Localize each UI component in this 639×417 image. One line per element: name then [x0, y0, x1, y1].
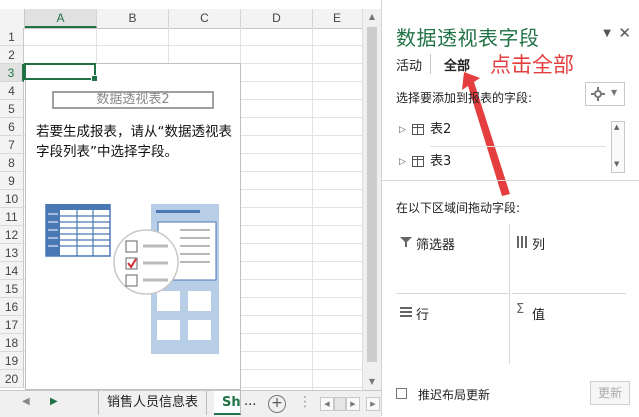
- scroll-up-icon[interactable]: ▲: [614, 123, 619, 131]
- tab-separator: [430, 54, 431, 74]
- row-header[interactable]: 18: [0, 334, 24, 352]
- pane-options-icon[interactable]: ▼: [603, 28, 611, 39]
- more-tabs-button[interactable]: ...: [244, 394, 256, 409]
- row-header[interactable]: 9: [0, 172, 24, 190]
- pivot-table-name: 数据透视表2: [52, 91, 214, 109]
- columns-zone-label: 列: [532, 238, 546, 253]
- column-header-a[interactable]: A: [25, 9, 97, 28]
- expand-caret-icon[interactable]: ▷: [399, 120, 406, 140]
- values-zone-label: 值: [532, 308, 546, 323]
- row-header[interactable]: 4: [0, 82, 24, 100]
- layout-options-button[interactable]: ▼: [585, 82, 625, 106]
- row-header[interactable]: 16: [0, 298, 24, 316]
- hscroll-left-icon[interactable]: ◀: [320, 397, 334, 411]
- sheet-tab-bar: ◀ ▶ 销售人员信息表 Sh ... + ⋮ ◀ ▶ ▶: [0, 390, 381, 417]
- add-sheet-button[interactable]: +: [268, 395, 286, 413]
- row-header[interactable]: 11: [0, 208, 24, 226]
- field-table-2[interactable]: ▷ 表2: [396, 120, 606, 140]
- gear-icon: [591, 87, 605, 101]
- column-header-e[interactable]: E: [313, 9, 361, 28]
- row-header[interactable]: 20: [0, 370, 24, 388]
- filters-zone[interactable]: 筛选器: [396, 224, 510, 294]
- pivot-illustration-icon: [45, 204, 219, 354]
- row-header[interactable]: 10: [0, 190, 24, 208]
- tab-next-icon[interactable]: ▶: [50, 396, 58, 407]
- horizontal-scrollbar[interactable]: [334, 397, 346, 411]
- values-zone[interactable]: Σ 值: [512, 294, 626, 364]
- row-header[interactable]: 2: [0, 46, 24, 64]
- worksheet: A B C D E 1 2 3 4 5 6 7 8 9 10 11 12 13 …: [0, 0, 382, 390]
- defer-checkbox[interactable]: [396, 388, 407, 399]
- tab-active-fields[interactable]: 活动: [396, 55, 422, 74]
- table-icon: [412, 156, 424, 167]
- row-header[interactable]: 14: [0, 262, 24, 280]
- field-table-3[interactable]: ▷ 表3: [396, 152, 606, 172]
- scroll-up-icon[interactable]: ▲: [367, 11, 377, 23]
- field-list: ▷ 表2 ▷ 表3: [396, 118, 628, 176]
- field-table-label: 表3: [430, 154, 452, 169]
- row-header[interactable]: 1: [0, 28, 24, 46]
- column-header-d[interactable]: D: [241, 9, 313, 28]
- row-header[interactable]: 5: [0, 100, 24, 118]
- hscroll-right-icon[interactable]: ▶: [346, 397, 360, 411]
- rows-icon: [400, 307, 412, 317]
- scroll-down-icon[interactable]: ▼: [367, 376, 377, 388]
- table-icon: [412, 124, 424, 135]
- select-all-corner[interactable]: [0, 9, 25, 28]
- vertical-scrollbar[interactable]: ▲ ▼: [362, 9, 382, 390]
- field-list-scrollbar[interactable]: ▲ ▼: [611, 121, 625, 173]
- scroll-down-icon[interactable]: ▼: [614, 160, 619, 168]
- row-header[interactable]: 17: [0, 316, 24, 334]
- row-header[interactable]: 15: [0, 280, 24, 298]
- pivot-table-hint: 若要生成报表，请从“数据透视表字段列表”中选择字段。: [36, 124, 232, 160]
- scroll-thumb[interactable]: [367, 27, 377, 362]
- filter-icon: [400, 237, 412, 247]
- filters-zone-label: 筛选器: [416, 238, 456, 253]
- update-button[interactable]: 更新: [590, 381, 630, 405]
- drag-fields-prompt: 在以下区域间拖动字段:: [396, 201, 521, 215]
- sheet-tab-salesperson-info[interactable]: 销售人员信息表: [98, 391, 208, 415]
- column-header-b[interactable]: B: [97, 9, 169, 28]
- row-header[interactable]: 19: [0, 352, 24, 370]
- row-header[interactable]: 12: [0, 226, 24, 244]
- row-header[interactable]: 3: [0, 64, 24, 82]
- hscroll-end-icon[interactable]: ▶: [366, 397, 380, 411]
- rows-zone-label: 行: [416, 308, 430, 323]
- row-header[interactable]: 7: [0, 136, 24, 154]
- row-header[interactable]: 13: [0, 244, 24, 262]
- active-cell-a3[interactable]: [24, 63, 98, 82]
- defer-label: 推迟布局更新: [418, 388, 491, 402]
- rows-zone[interactable]: 行: [396, 294, 510, 364]
- sigma-icon: Σ: [516, 302, 525, 317]
- field-list-separator: [430, 146, 606, 147]
- pivot-fields-pane: 数据透视表字段 ▼ ✕ 活动 全部 点击全部 选择要添加到报表的字段: ▼ ▷ …: [381, 0, 639, 416]
- field-table-label: 表2: [430, 122, 452, 137]
- tab-prev-icon[interactable]: ◀: [22, 396, 30, 407]
- chevron-down-icon: ▼: [611, 88, 618, 97]
- column-header-bar: A B C D E: [0, 9, 362, 29]
- sheet-tab-active[interactable]: Sh: [214, 391, 241, 415]
- expand-caret-icon[interactable]: ▷: [399, 152, 406, 172]
- pane-title: 数据透视表字段: [396, 26, 540, 50]
- columns-icon: [517, 236, 527, 248]
- pivot-table-placeholder[interactable]: 数据透视表2 若要生成报表，请从“数据透视表字段列表”中选择字段。: [25, 63, 241, 390]
- more-options-icon[interactable]: ⋮: [298, 394, 312, 410]
- pane-splitter[interactable]: [382, 180, 639, 181]
- columns-zone[interactable]: 列: [512, 224, 626, 294]
- close-icon[interactable]: ✕: [618, 24, 631, 42]
- row-header[interactable]: 6: [0, 118, 24, 136]
- column-header-c[interactable]: C: [169, 9, 241, 28]
- row-header[interactable]: 8: [0, 154, 24, 172]
- field-list-prompt: 选择要添加到报表的字段:: [396, 91, 533, 105]
